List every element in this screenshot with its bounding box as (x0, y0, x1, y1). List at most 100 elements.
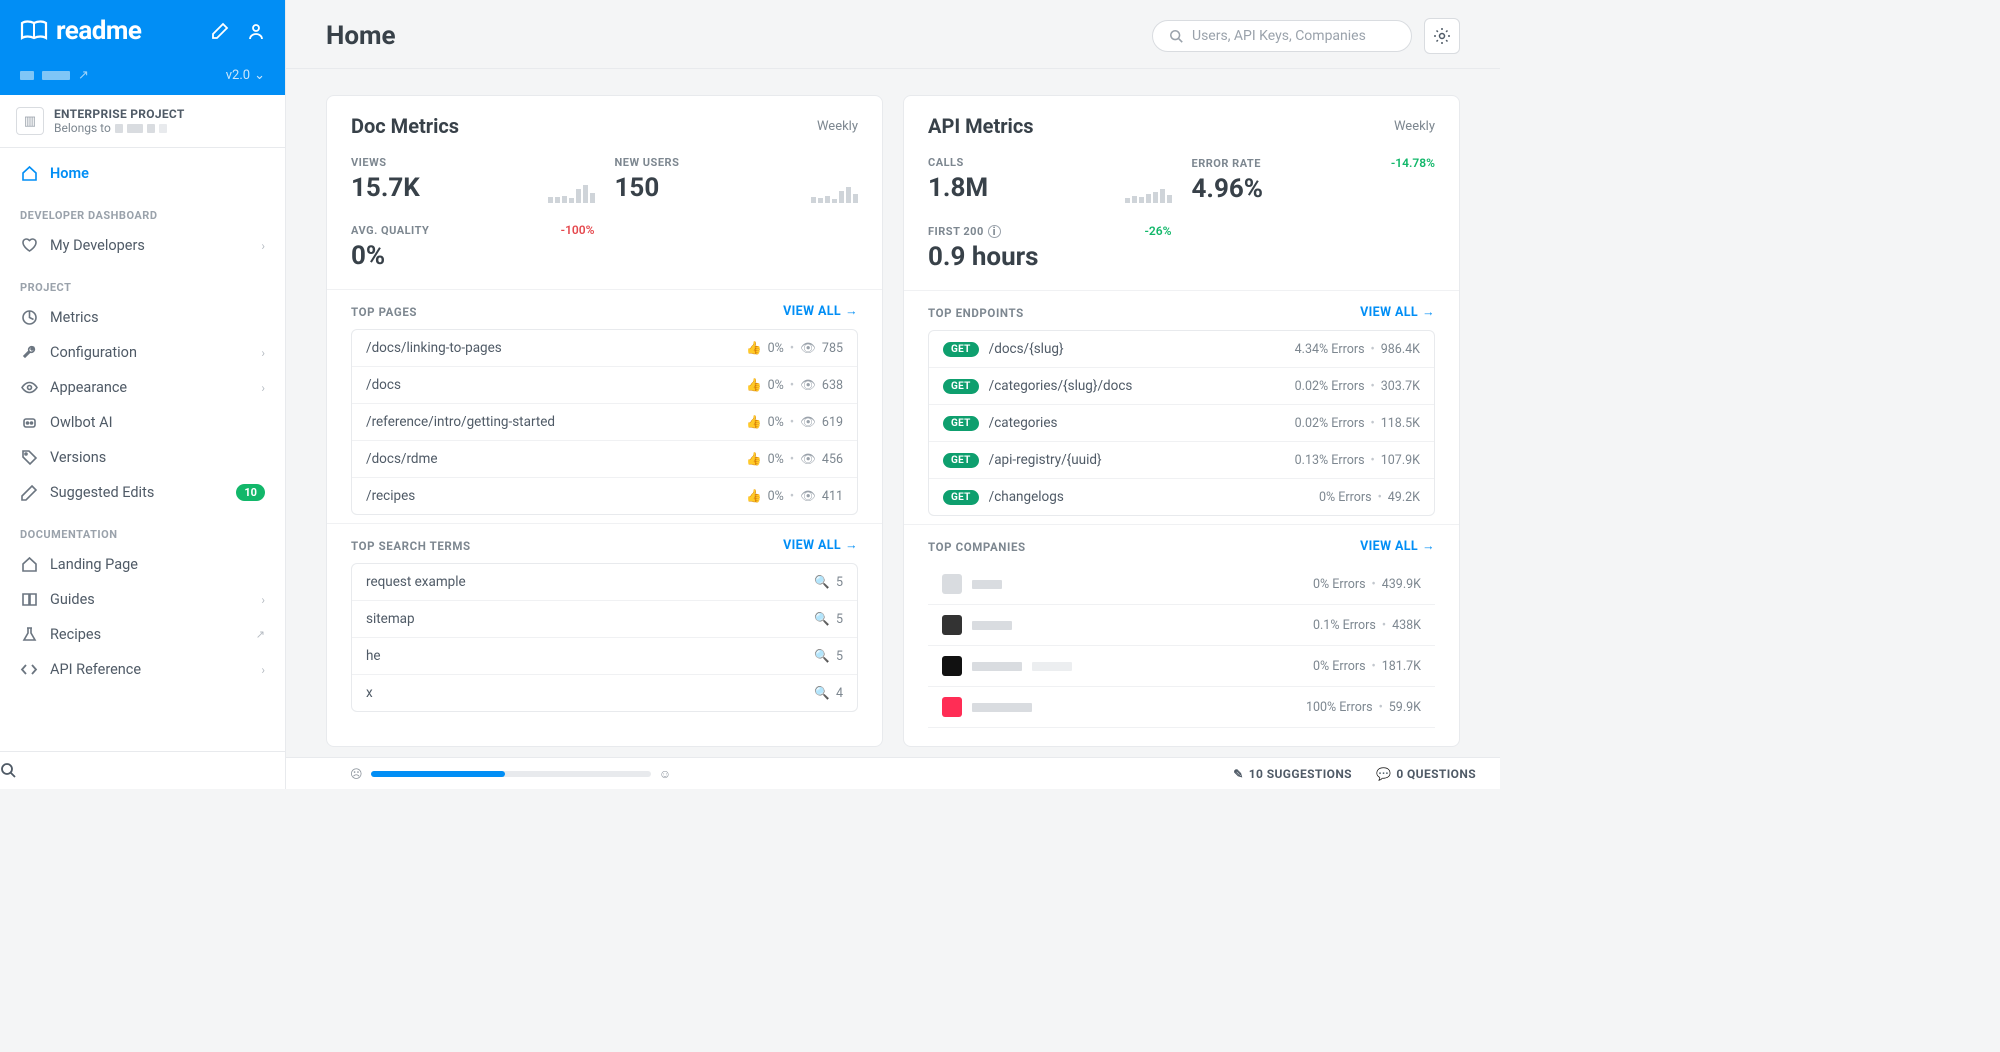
company-row[interactable]: 100% Errors•59.9K (928, 687, 1435, 728)
nav-label: Landing Page (50, 556, 138, 573)
arrow-right-icon: → (845, 538, 858, 553)
card-title: API Metrics (928, 114, 1034, 138)
metric-value: 15.7K (351, 173, 420, 203)
project-icon: ▥ (16, 107, 44, 135)
nav-label: Metrics (50, 309, 99, 326)
search-row[interactable]: he 🔍5 (352, 638, 857, 675)
nav-label: Recipes (50, 626, 101, 643)
edit-icon[interactable] (211, 22, 229, 40)
tag-icon (20, 449, 38, 466)
project-box[interactable]: ▥ ENTERPRISE PROJECT Belongs to (0, 95, 285, 148)
nav-versions[interactable]: Versions (0, 440, 285, 475)
search-row[interactable]: x 🔍4 (352, 675, 857, 711)
view-all-companies[interactable]: VIEW ALL→ (1360, 539, 1435, 554)
nav-api-reference[interactable]: API Reference › (0, 652, 285, 687)
nav-configuration[interactable]: Configuration › (0, 335, 285, 370)
company-row[interactable]: 0% Errors•181.7K (928, 646, 1435, 687)
method-badge: GET (943, 379, 979, 394)
metric-delta: -100% (561, 223, 595, 237)
page-row[interactable]: /docs 👍0%•👁638 (352, 367, 857, 404)
book-icon (20, 591, 38, 608)
nav-label: Configuration (50, 344, 137, 361)
page-row[interactable]: /docs/linking-to-pages 👍0%•👁785 (352, 330, 857, 367)
nav-label: Appearance (50, 379, 127, 396)
search-placeholder: Users, API Keys, Companies (1192, 28, 1366, 44)
nav-appearance[interactable]: Appearance › (0, 370, 285, 405)
search-input[interactable]: Users, API Keys, Companies (1152, 20, 1412, 52)
info-icon[interactable]: i (988, 225, 1001, 238)
metric-label: ERROR RATE (1192, 157, 1261, 170)
nav-label: Home (50, 165, 89, 182)
metric-label: NEW USERS (615, 156, 680, 169)
endpoint-row[interactable]: GET/categories/{slug}/docs 0.02% Errors•… (929, 368, 1434, 405)
robot-icon (20, 414, 38, 431)
nav-owlbot[interactable]: Owlbot AI (0, 405, 285, 440)
suggestions-button[interactable]: ✎10 SUGGESTIONS (1233, 767, 1352, 781)
endpoint-row[interactable]: GET/docs/{slug} 4.34% Errors•986.4K (929, 331, 1434, 368)
card-period: Weekly (1394, 119, 1435, 134)
metric-value: 0.9 hours (928, 242, 1172, 272)
questions-button[interactable]: 💬0 QUESTIONS (1376, 767, 1476, 781)
nav-landing[interactable]: Landing Page (0, 547, 285, 582)
thumbs-up-icon: 👍 (746, 341, 762, 356)
endpoint-row[interactable]: GET/changelogs 0% Errors•49.2K (929, 479, 1434, 515)
version-selector[interactable]: v2.0 ⌄ (226, 68, 265, 83)
chevron-down-icon: ⌄ (254, 68, 265, 83)
code-icon (20, 661, 38, 678)
arrow-right-icon: → (1422, 305, 1435, 320)
nav-recipes[interactable]: Recipes ↗ (0, 617, 285, 652)
nav-label: Guides (50, 591, 95, 608)
page-row[interactable]: /recipes 👍0%•👁411 (352, 478, 857, 514)
settings-button[interactable] (1424, 18, 1460, 54)
metric-value: 1.8M (928, 173, 988, 203)
search-row[interactable]: sitemap 🔍5 (352, 601, 857, 638)
heart-icon (20, 237, 38, 254)
view-all-endpoints[interactable]: VIEW ALL→ (1360, 305, 1435, 320)
metric-label: CALLS (928, 156, 964, 169)
metric-calls: CALLS 1.8M (928, 156, 1172, 204)
brand[interactable]: readme (20, 16, 141, 46)
nav-my-developers[interactable]: My Developers › (0, 228, 285, 263)
method-badge: GET (943, 416, 979, 431)
nav-home[interactable]: Home (0, 156, 285, 191)
metric-delta: -14.78% (1391, 156, 1435, 170)
nav-guides[interactable]: Guides › (0, 582, 285, 617)
page-row[interactable]: /docs/rdme 👍0%•👁456 (352, 441, 857, 478)
metric-value: 4.96% (1192, 174, 1436, 204)
nav-section-project: PROJECT (0, 263, 285, 300)
section-title: TOP SEARCH TERMS (351, 539, 471, 553)
nav-suggested-edits[interactable]: Suggested Edits 10 (0, 475, 285, 510)
metric-label: VIEWS (351, 156, 387, 169)
view-all-search[interactable]: VIEW ALL→ (783, 538, 858, 553)
smile-icon: ☺ (659, 767, 672, 781)
user-icon[interactable] (247, 22, 265, 40)
project-selector[interactable]: ↗ (20, 68, 89, 83)
external-link-icon: ↗ (78, 68, 89, 83)
eye-icon: 👁 (800, 489, 816, 504)
nav-section-dev: DEVELOPER DASHBOARD (0, 191, 285, 228)
home-icon (20, 165, 38, 182)
top-search-list: request example 🔍5 sitemap 🔍5 he 🔍5 x 🔍4 (351, 563, 858, 712)
wrench-icon (20, 344, 38, 361)
company-row[interactable]: 0% Errors•439.9K (928, 564, 1435, 605)
view-all-pages[interactable]: VIEW ALL→ (783, 304, 858, 319)
company-row[interactable]: 0.1% Errors•438K (928, 605, 1435, 646)
top-companies-list: 0% Errors•439.9K 0.1% Errors•438K 0% Err… (928, 564, 1435, 728)
card-title: Doc Metrics (351, 114, 459, 138)
sparkline (811, 181, 858, 203)
book-icon (20, 20, 48, 42)
chevron-right-icon: › (261, 663, 265, 677)
search-row[interactable]: request example 🔍5 (352, 564, 857, 601)
nav-metrics[interactable]: Metrics (0, 300, 285, 335)
company-icon (942, 656, 962, 676)
endpoint-row[interactable]: GET/categories 0.02% Errors•118.5K (929, 405, 1434, 442)
page-row[interactable]: /reference/intro/getting-started 👍0%•👁61… (352, 404, 857, 441)
sidebar-search-button[interactable] (0, 751, 285, 789)
metric-value: 0% (351, 241, 595, 271)
endpoint-row[interactable]: GET/api-registry/{uuid} 0.13% Errors•107… (929, 442, 1434, 479)
card-period: Weekly (817, 119, 858, 134)
nav-section-docs: DOCUMENTATION (0, 510, 285, 547)
top-pages-list: /docs/linking-to-pages 👍0%•👁785 /docs 👍0… (351, 329, 858, 515)
chevron-right-icon: › (261, 381, 265, 395)
satisfaction-slider[interactable] (371, 771, 651, 777)
